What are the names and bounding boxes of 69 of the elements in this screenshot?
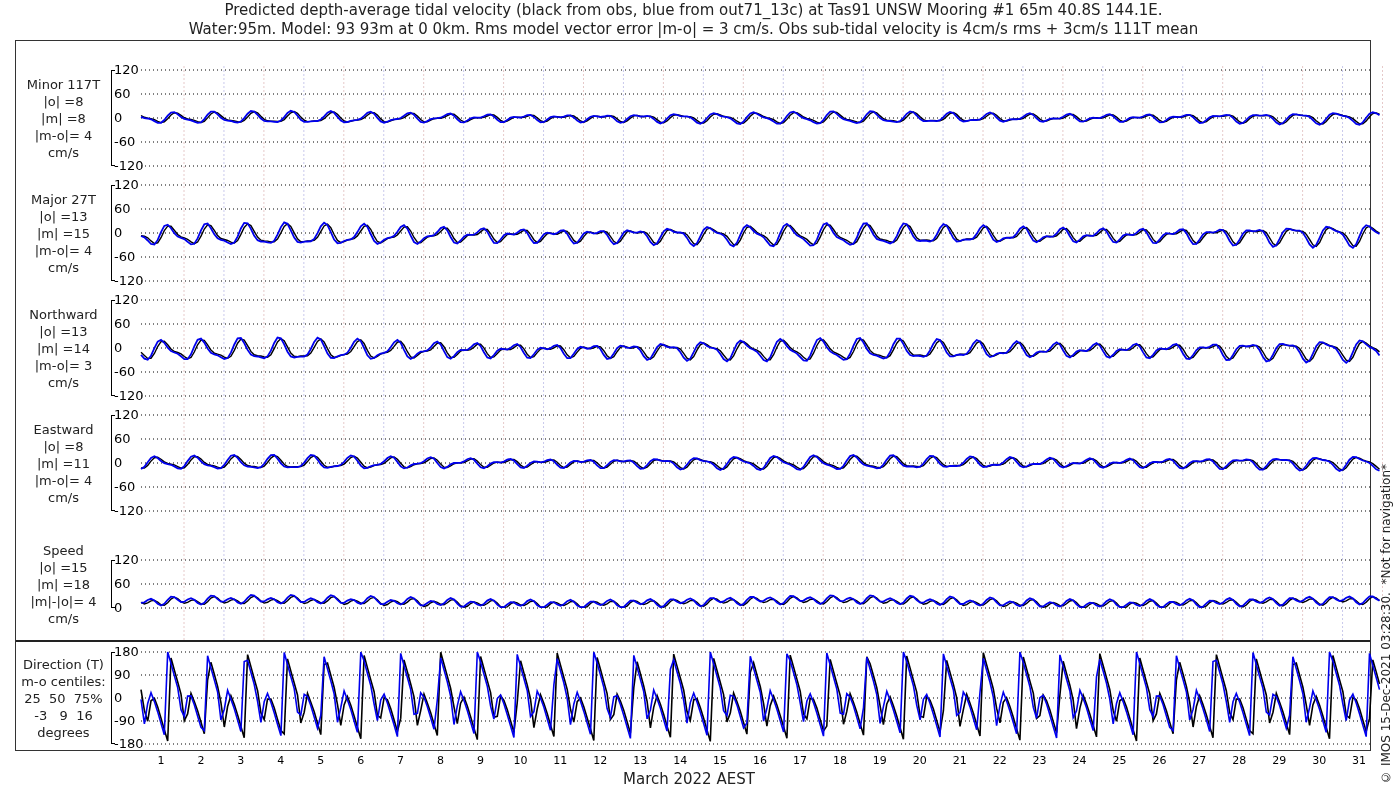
y-tick-label: 0 (113, 691, 123, 705)
x-axis-label: March 2022 AEST (623, 771, 755, 787)
y-tick-label: 60 (113, 87, 131, 101)
y-tick-label: 0 (113, 226, 123, 240)
x-tick-label: 2 (196, 752, 206, 769)
x-tick-label: 27 (1191, 752, 1208, 769)
panel-label: Minor 117T |o| =8 |m| =8 |m-o|= 4 cm/s (26, 75, 101, 161)
x-tick-label: 31 (1351, 752, 1368, 769)
y-tick-label: -60 (113, 480, 136, 494)
y-tick-label: -60 (113, 135, 136, 149)
x-tick-label: 17 (791, 752, 808, 769)
x-tick-label: 25 (1111, 752, 1128, 769)
y-tick-label: 120 (113, 63, 139, 77)
y-tick-label: 180 (113, 645, 139, 659)
x-tick-label: 16 (752, 752, 769, 769)
credit-text: © IMOS 15-Dec-2021 03:28:30. *Not for navigation* (1378, 464, 1394, 784)
y-axis (110, 560, 115, 608)
x-tick-label: 4 (276, 752, 286, 769)
x-tick-label: 10 (512, 752, 529, 769)
y-tick-label: 60 (113, 202, 131, 216)
panel-label: Speed |o| =15 |m| =18 |m|-|o|= 4 cm/s (30, 541, 97, 627)
x-tick-label: 7 (396, 752, 406, 769)
panel-label: Major 27T |o| =13 |m| =15 |m-o|= 4 cm/s (31, 190, 96, 276)
x-tick-label: 18 (831, 752, 848, 769)
x-tick-label: 20 (911, 752, 928, 769)
y-tick-label: -120 (113, 274, 144, 288)
y-tick-label: 90 (113, 668, 131, 682)
panel-label: Northward |o| =13 |m| =14 |m-o|= 3 cm/s (29, 305, 98, 391)
x-tick-label: 12 (592, 752, 609, 769)
y-tick-label: -90 (113, 714, 136, 728)
x-tick-label: 29 (1271, 752, 1288, 769)
y-tick-label: -120 (113, 504, 144, 518)
x-tick-label: 21 (951, 752, 968, 769)
x-tick-label: 13 (632, 752, 649, 769)
x-tick-label: 14 (672, 752, 689, 769)
y-tick-label: -120 (113, 159, 144, 173)
y-tick-label: -60 (113, 365, 136, 379)
panel-label: Direction (T) m-o centiles: 25 50 75% -3 9 16 degrees (21, 655, 106, 741)
x-tick-label: 30 (1311, 752, 1328, 769)
y-tick-label: 0 (113, 111, 123, 125)
y-tick-label: 60 (113, 432, 131, 446)
y-tick-label: 0 (113, 601, 123, 615)
x-tick-label: 19 (871, 752, 888, 769)
x-tick-label: 5 (316, 752, 326, 769)
y-tick-label: -60 (113, 250, 136, 264)
y-tick-label: 120 (113, 553, 139, 567)
y-tick-label: 0 (113, 456, 123, 470)
y-tick-label: 120 (113, 408, 139, 422)
y-tick-label: 120 (113, 178, 139, 192)
x-tick-label: 3 (236, 752, 246, 769)
x-tick-label: 8 (436, 752, 446, 769)
y-tick-label: -120 (113, 389, 144, 403)
x-tick-label: 28 (1231, 752, 1248, 769)
panel-label: Eastward |o| =8 |m| =11 |m-o|= 4 cm/s (33, 420, 94, 506)
x-tick-label: 26 (1151, 752, 1168, 769)
x-tick-label: 24 (1071, 752, 1088, 769)
x-tick-label: 22 (991, 752, 1008, 769)
y-tick-label: 0 (113, 341, 123, 355)
chart-title: Predicted depth-average tidal velocity (black from obs, blue from out71_13c) at Tas91 UNSW Mooring #1 65m 40.8S 144.1E. Water:95m. Model: 93 93m at 0 0km. Rms model vector error |m-o| = 3 cm/s. Obs sub-tidal velocity is 4cm/s rms + 3cm/s 111T mean (187, 0, 1200, 40)
y-tick-label: 60 (113, 577, 131, 591)
x-tick-label: 1 (156, 752, 166, 769)
x-tick-label: 23 (1031, 752, 1048, 769)
x-tick-label: 15 (712, 752, 729, 769)
x-tick-label: 11 (552, 752, 569, 769)
y-tick-label: -180 (113, 737, 144, 751)
y-tick-label: 120 (113, 293, 139, 307)
x-tick-label: 9 (475, 752, 485, 769)
x-tick-label: 6 (356, 752, 366, 769)
y-tick-label: 60 (113, 317, 131, 331)
